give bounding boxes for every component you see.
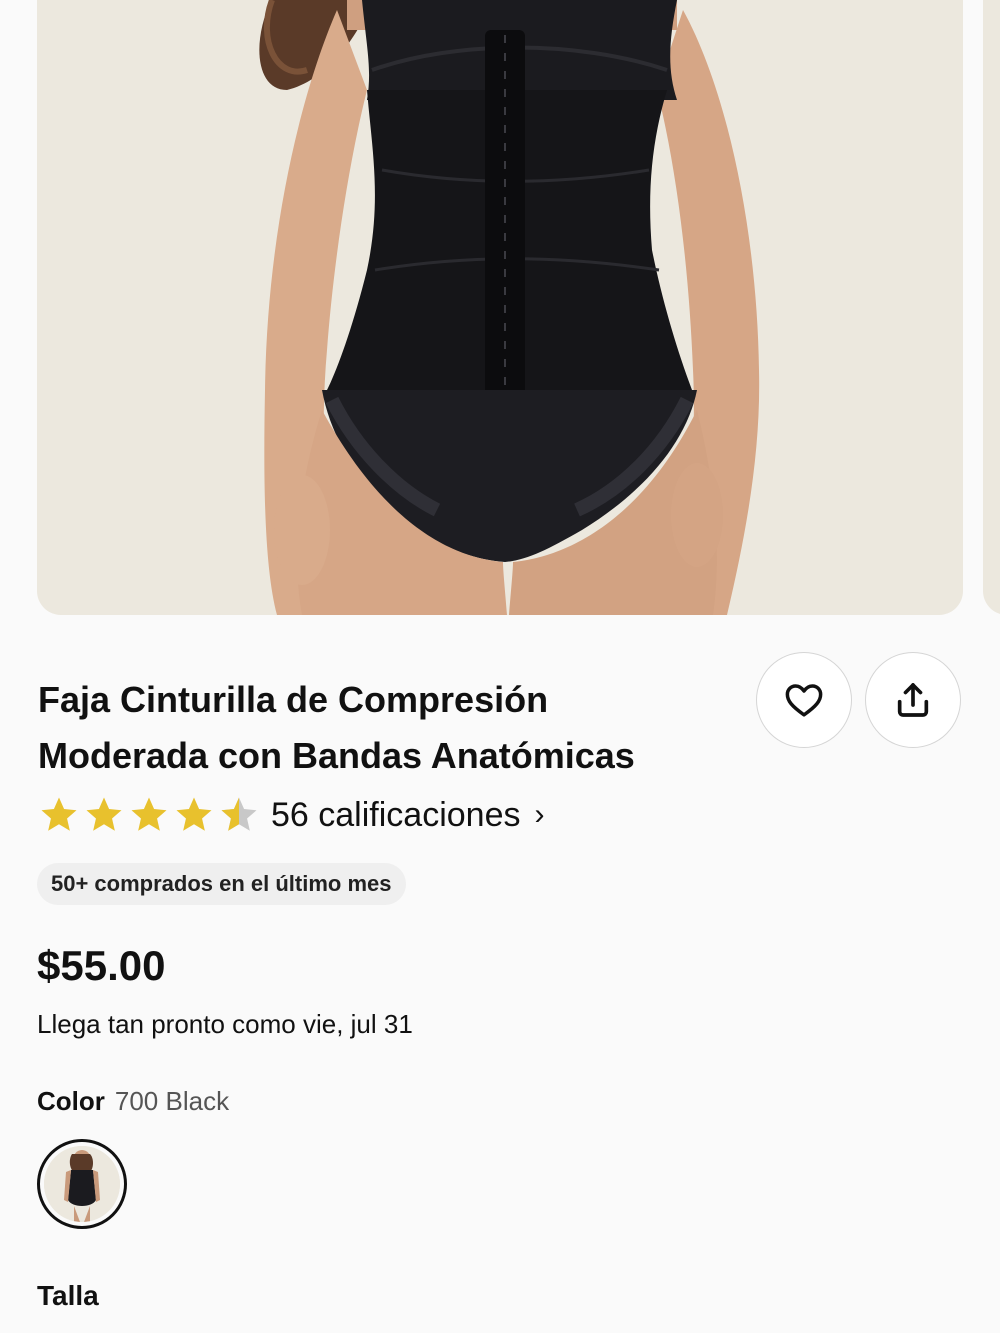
favorite-button[interactable] [756, 652, 852, 748]
chevron-right-icon: › [534, 798, 545, 831]
product-photo [259, 0, 760, 615]
rating-count-link[interactable]: 56 calificaciones [271, 796, 520, 835]
heart-icon [785, 684, 823, 717]
purchased-badge: 50+ comprados en el último mes [37, 863, 406, 905]
star-rating [38, 794, 263, 836]
color-label: Color [37, 1086, 105, 1116]
rating-summary[interactable]: 56 calificaciones › [38, 790, 544, 840]
share-button[interactable] [865, 652, 961, 748]
star-icon [131, 797, 167, 831]
star-icon [176, 797, 212, 831]
product-image-slide[interactable] [37, 0, 963, 615]
selected-color-value: 700 Black [114, 1086, 230, 1116]
next-image-slide-peek[interactable] [983, 0, 1000, 615]
product-page: Faja Cinturilla de Compresión Moderada c… [0, 0, 1000, 1333]
star-half-icon [221, 797, 257, 831]
share-icon [897, 683, 929, 717]
size-label: Talla [37, 1280, 99, 1311]
star-icon [86, 797, 122, 831]
image-carousel[interactable] [0, 0, 1000, 615]
delivery-estimate: Llega tan pronto como vie, jul 31 [37, 1009, 413, 1039]
color-swatch-thumbnail [44, 1146, 120, 1222]
star-icon [41, 797, 77, 831]
product-price: $55.00 [37, 942, 166, 989]
color-swatch-black[interactable] [37, 1139, 127, 1229]
color-selector-header: Color 700 Black [37, 1083, 229, 1119]
product-title: Faja Cinturilla de Compresión Moderada c… [38, 679, 635, 776]
